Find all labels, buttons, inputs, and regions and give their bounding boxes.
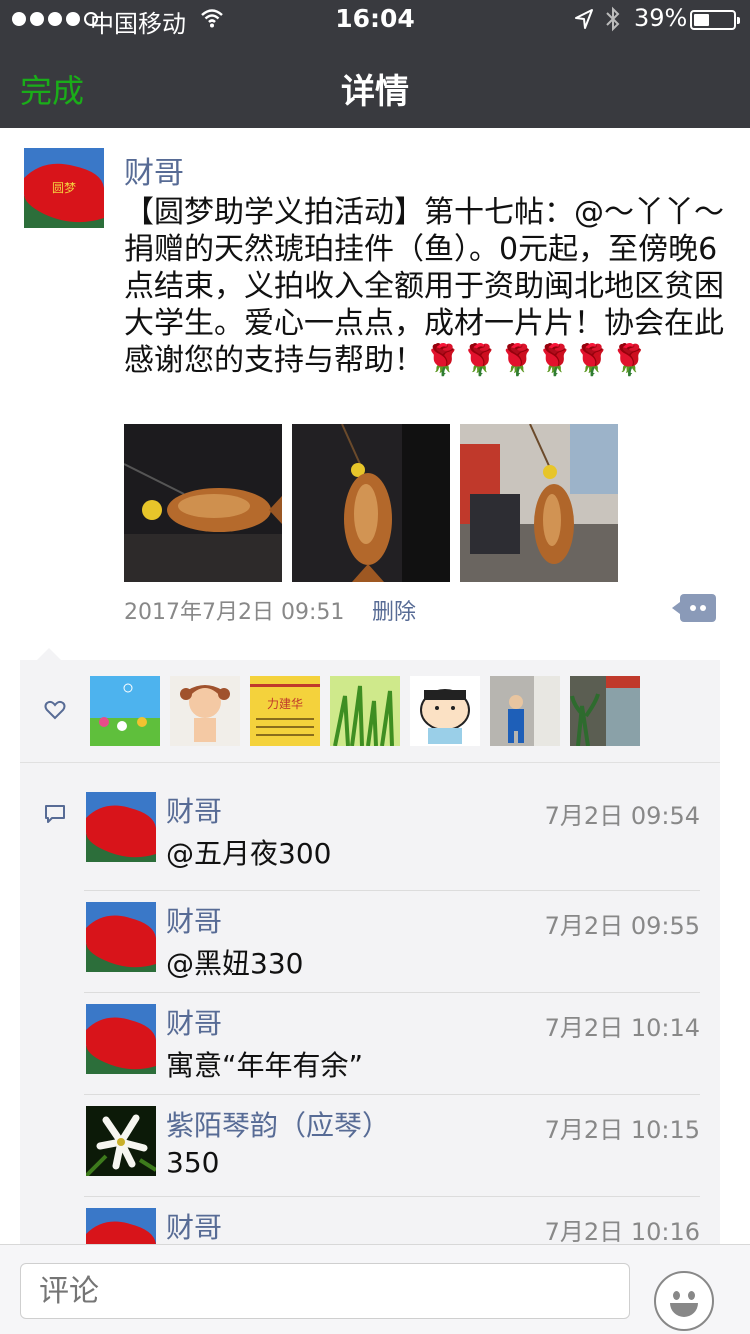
comment-author[interactable]: 紫陌琴韵（应琴） <box>166 1104 390 1144</box>
status-bar: 中国移动 16:04 39% <box>0 0 750 40</box>
comment-text[interactable]: 350 <box>166 1146 219 1179</box>
emoji-button[interactable] <box>654 1271 714 1331</box>
comment-icon <box>45 805 65 823</box>
comment-time: 7月2日 10:16 <box>544 1218 700 1246</box>
comment-divider <box>84 1196 700 1197</box>
svg-text:圆梦: 圆梦 <box>52 181 76 195</box>
comment-author[interactable]: 财哥 <box>166 900 222 940</box>
post-time: 2017年7月2日 09:51 <box>124 600 345 625</box>
grass-avatar[interactable] <box>330 676 400 746</box>
heart-icon <box>44 700 66 720</box>
post-text: 【圆梦助学义拍活动】第十七帖：@～丫丫～捐赠的天然琥珀挂件（鱼）。0元起，至傍晚… <box>124 195 724 378</box>
comment-text[interactable]: @黑妞330 <box>166 942 303 982</box>
smiley-icon <box>673 1291 680 1300</box>
comment-author[interactable]: 财哥 <box>166 1206 222 1246</box>
comment-input-bar <box>0 1244 750 1334</box>
page-title: 详情 <box>341 72 409 112</box>
amber-fish-photo-1[interactable] <box>124 424 282 582</box>
comment-divider <box>84 1094 700 1095</box>
likes-divider <box>20 762 720 763</box>
comment-avatar[interactable] <box>86 1106 156 1176</box>
location-arrow-icon <box>575 9 593 29</box>
top-bar: 中国移动 16:04 39% 完成 详情 <box>0 0 750 128</box>
comment-author[interactable]: 财哥 <box>166 1002 222 1042</box>
child-avatar[interactable] <box>490 676 560 746</box>
author-avatar[interactable]: 圆梦 <box>24 148 104 228</box>
comment-time: 7月2日 09:54 <box>544 802 700 830</box>
comment-divider <box>84 992 700 993</box>
comment-input[interactable] <box>20 1263 630 1319</box>
bluetooth-icon <box>606 6 620 32</box>
comment-avatar[interactable] <box>86 792 156 862</box>
post-author[interactable]: 财哥 <box>124 148 184 192</box>
cartoon-girl-avatar[interactable] <box>170 676 240 746</box>
battery-level <box>694 14 709 26</box>
amber-fish-photo-2[interactable] <box>292 424 450 582</box>
shop-avatar[interactable] <box>570 676 640 746</box>
comment-author[interactable]: 财哥 <box>166 790 222 830</box>
delete-button[interactable]: 删除 <box>372 594 416 626</box>
comment-avatar[interactable] <box>86 902 156 972</box>
comment-time: 7月2日 09:55 <box>544 912 700 940</box>
comment-time: 7月2日 10:14 <box>544 1014 700 1042</box>
flowers-avatar[interactable] <box>90 676 160 746</box>
amber-fish-photo-3[interactable] <box>460 424 618 582</box>
battery-percent: 39% <box>634 4 688 32</box>
comment-avatar[interactable] <box>86 1004 156 1074</box>
comment-divider <box>84 890 700 891</box>
comment-like-menu-button[interactable] <box>672 594 716 622</box>
battery-icon <box>690 10 740 30</box>
comment-text[interactable]: @五月夜300 <box>166 832 331 872</box>
svg-text:力建华: 力建华 <box>267 697 303 711</box>
comment-time: 7月2日 10:15 <box>544 1116 700 1144</box>
comment-text[interactable]: 寓意“年年有余” <box>166 1044 363 1084</box>
business-card-avatar[interactable]: 力建华 <box>250 676 320 746</box>
crayon-shin-avatar[interactable] <box>410 676 480 746</box>
